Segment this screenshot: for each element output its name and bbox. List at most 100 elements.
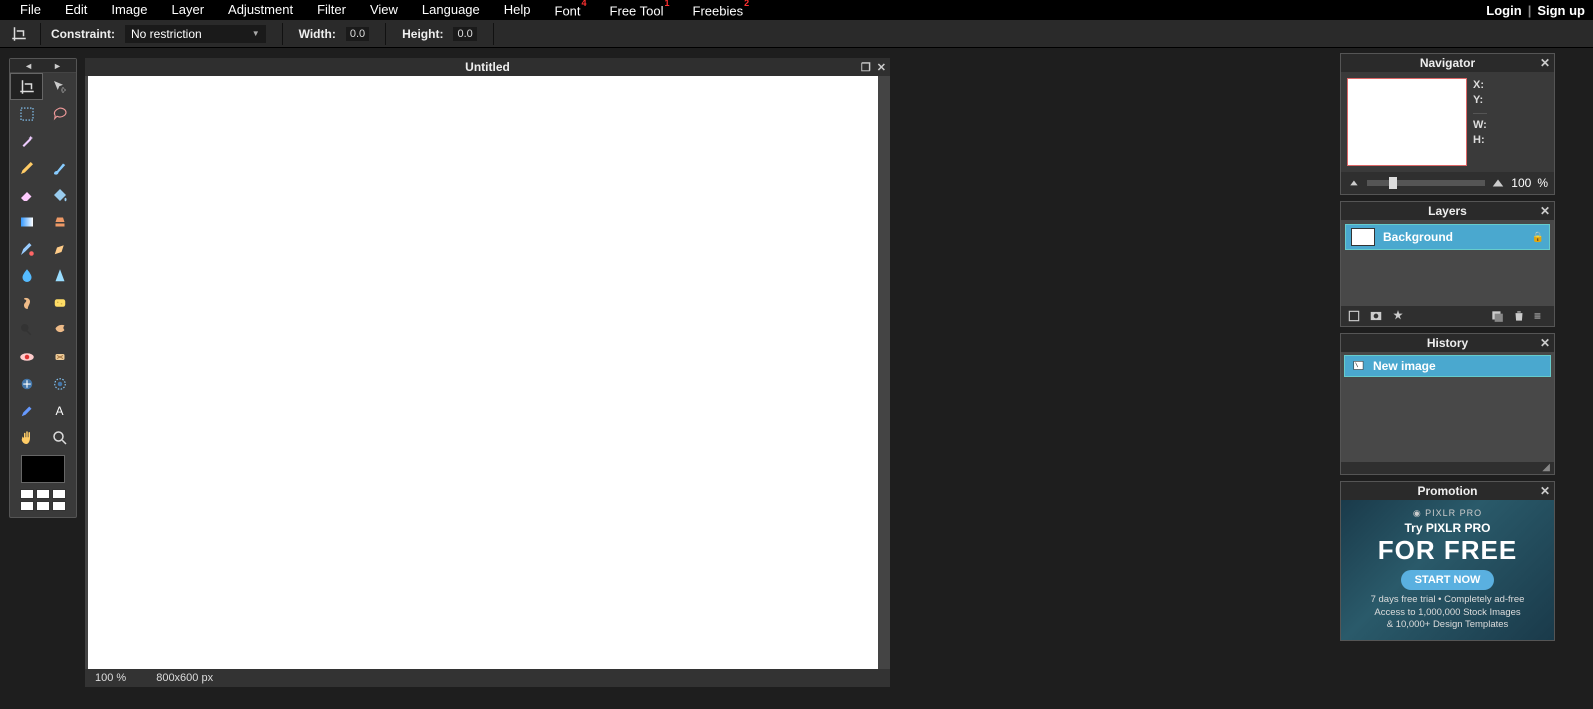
layer-name: Background <box>1383 230 1524 244</box>
toolbox: ◄► A <box>9 58 77 518</box>
tool-spot-heal[interactable] <box>43 343 76 370</box>
tool-brush[interactable] <box>43 154 76 181</box>
promo-headline-2: FOR FREE <box>1378 535 1517 566</box>
menu-edit[interactable]: Edit <box>53 0 99 20</box>
new-image-icon <box>1351 359 1367 373</box>
constraint-select[interactable]: No restriction▼ <box>125 25 266 43</box>
height-value[interactable]: 0.0 <box>453 27 476 41</box>
tool-move[interactable] <box>43 73 76 100</box>
layer-mask-icon[interactable] <box>1369 309 1383 323</box>
tool-redeye[interactable] <box>10 343 43 370</box>
tool-draw[interactable] <box>43 235 76 262</box>
menu-font[interactable]: Font4 <box>543 0 598 20</box>
nav-w: W: <box>1473 118 1487 133</box>
login-link[interactable]: Login <box>1486 3 1521 18</box>
tool-sponge[interactable] <box>43 289 76 316</box>
tool-dodge[interactable] <box>10 316 43 343</box>
promo-close-icon[interactable]: ✕ <box>1540 484 1550 498</box>
tool-crop[interactable] <box>10 73 43 100</box>
resize-grip-icon[interactable]: ◢ <box>1542 462 1550 474</box>
tool-zoom[interactable] <box>43 424 76 451</box>
tool-color-picker[interactable] <box>10 397 43 424</box>
constraint-label: Constraint: <box>51 27 115 41</box>
color-presets[interactable] <box>10 487 76 517</box>
menu-adjustment[interactable]: Adjustment <box>216 0 305 20</box>
menu-help[interactable]: Help <box>492 0 543 20</box>
canvas-title-text: Untitled <box>465 60 510 74</box>
tool-marquee[interactable] <box>10 100 43 127</box>
menu-language[interactable]: Language <box>410 0 492 20</box>
promo-headline-1: Try PIXLR PRO <box>1404 521 1490 535</box>
menu-view[interactable]: View <box>358 0 410 20</box>
tool-pinch[interactable] <box>43 370 76 397</box>
history-panel: History✕ New image ◢ <box>1340 333 1555 475</box>
promo-content[interactable]: PIXLR PRO Try PIXLR PRO FOR FREE START N… <box>1341 500 1554 640</box>
menu-filter[interactable]: Filter <box>305 0 358 20</box>
tool-lasso[interactable] <box>43 100 76 127</box>
canvas-maximize-icon[interactable]: ❐ <box>861 61 871 74</box>
promo-line-3: & 10,000+ Design Templates <box>1387 619 1509 631</box>
promo-start-button[interactable]: START NOW <box>1401 570 1495 590</box>
delete-layer-icon[interactable] <box>1512 309 1526 323</box>
nav-zoom-slider[interactable] <box>1367 180 1485 186</box>
navigator-panel: Navigator✕ X: Y: W: H: 100 % <box>1340 53 1555 195</box>
canvas-statusbar: 100 % 800x600 px <box>85 669 890 687</box>
tool-paint-bucket[interactable] <box>43 181 76 208</box>
zoom-out-icon[interactable] <box>1347 176 1361 190</box>
tool-color-replace[interactable] <box>10 235 43 262</box>
tool-clone-stamp[interactable] <box>43 208 76 235</box>
menu-free-tool[interactable]: Free Tool1 <box>598 0 681 20</box>
layer-styles-icon[interactable] <box>1391 309 1405 323</box>
menu-bar: File Edit Image Layer Adjustment Filter … <box>0 0 1593 20</box>
nav-y: Y: <box>1473 93 1487 108</box>
tool-smudge[interactable] <box>10 289 43 316</box>
new-layer-icon[interactable] <box>1347 309 1361 323</box>
tool-pencil[interactable] <box>10 154 43 181</box>
nav-h: H: <box>1473 133 1487 148</box>
menu-image[interactable]: Image <box>99 0 159 20</box>
lock-icon[interactable]: 🔒 <box>1532 232 1544 243</box>
tool-type[interactable]: A <box>43 397 76 424</box>
canvas-titlebar[interactable]: Untitled ❐ ✕ <box>85 58 890 76</box>
tool-blur[interactable] <box>10 262 43 289</box>
layer-thumbnail <box>1351 228 1375 246</box>
tool-wand[interactable] <box>10 127 43 154</box>
height-label: Height: <box>402 27 443 41</box>
promo-line-2: Access to 1,000,000 Stock Images <box>1374 607 1520 619</box>
tool-burn[interactable] <box>43 316 76 343</box>
canvas-window: Untitled ❐ ✕ 100 % 800x600 px <box>85 58 890 687</box>
menu-file[interactable]: File <box>8 0 53 20</box>
tool-hand[interactable] <box>10 424 43 451</box>
history-item[interactable]: New image <box>1344 355 1551 377</box>
toolbox-header[interactable]: ◄► <box>10 59 76 73</box>
navigator-close-icon[interactable]: ✕ <box>1540 56 1550 70</box>
canvas[interactable] <box>88 76 878 669</box>
canvas-dimensions: 800x600 px <box>156 672 213 684</box>
navigator-thumbnail[interactable] <box>1347 78 1467 166</box>
foreground-color-swatch[interactable] <box>21 455 65 483</box>
menu-layer[interactable]: Layer <box>160 0 217 20</box>
tool-eraser[interactable] <box>10 181 43 208</box>
layer-settings-icon[interactable] <box>1490 309 1504 323</box>
width-label: Width: <box>299 27 336 41</box>
menu-freebies[interactable]: Freebies2 <box>681 0 761 20</box>
options-bar: Constraint: No restriction▼ Width: 0.0 H… <box>0 20 1593 48</box>
promo-line-1: 7 days free trial • Completely ad-free <box>1371 594 1525 606</box>
signup-link[interactable]: Sign up <box>1537 3 1585 18</box>
promo-logo: PIXLR PRO <box>1413 508 1482 519</box>
tool-sharpen[interactable] <box>43 262 76 289</box>
history-item-label: New image <box>1373 359 1436 373</box>
layer-item[interactable]: Background 🔒 <box>1345 224 1550 250</box>
width-value[interactable]: 0.0 <box>346 27 369 41</box>
canvas-zoom-value: 100 <box>95 672 113 684</box>
zoom-in-icon[interactable] <box>1491 176 1505 190</box>
promotion-panel: Promotion✕ PIXLR PRO Try PIXLR PRO FOR F… <box>1340 481 1555 641</box>
history-close-icon[interactable]: ✕ <box>1540 336 1550 350</box>
layers-panel: Layers✕ Background 🔒 ≡ <box>1340 201 1555 327</box>
tool-gradient[interactable] <box>10 208 43 235</box>
tool-bloat[interactable] <box>10 370 43 397</box>
layer-menu-icon[interactable]: ≡ <box>1534 309 1548 323</box>
canvas-close-icon[interactable]: ✕ <box>877 61 886 74</box>
layers-close-icon[interactable]: ✕ <box>1540 204 1550 218</box>
tool-empty <box>43 127 76 154</box>
